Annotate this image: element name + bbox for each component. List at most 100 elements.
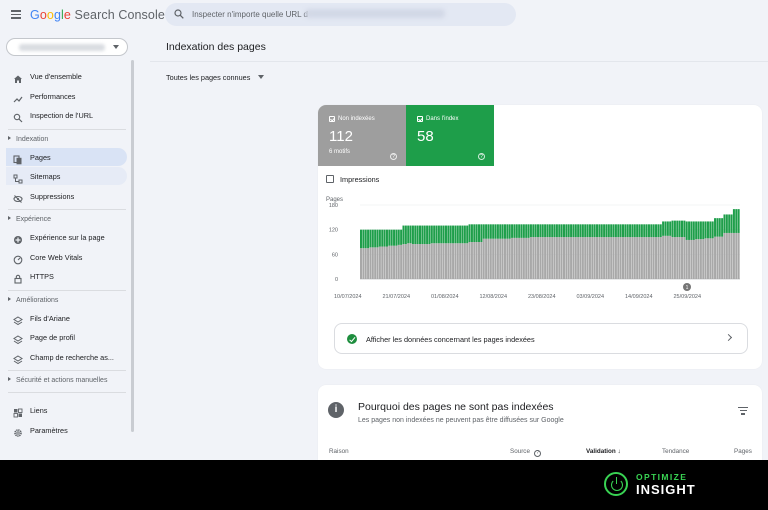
bar-indexed	[548, 224, 551, 238]
sidebar-item-label: Core Web Vitals	[30, 252, 83, 262]
bar-indexed	[593, 224, 596, 238]
bar-not-indexed	[409, 243, 412, 279]
sidebar-item-experience-sur-la-page[interactable]: Expérience sur la page	[6, 228, 127, 246]
filter-icon[interactable]	[738, 407, 748, 415]
bar-indexed	[643, 224, 646, 238]
bar-indexed	[688, 221, 691, 240]
column-reason[interactable]: Raison	[329, 448, 349, 455]
pages-filter-dropdown[interactable]: Toutes les pages connues	[166, 73, 265, 82]
bar-not-indexed	[499, 238, 502, 279]
bar-not-indexed	[728, 232, 731, 279]
sidebar-item-https[interactable]: HTTPS	[6, 267, 127, 285]
sidebar-section-header[interactable]: Indexation	[8, 135, 48, 143]
bar-not-indexed	[678, 237, 681, 279]
bar-not-indexed	[584, 237, 587, 279]
bar-indexed	[529, 224, 532, 238]
sidebar-item-page-de-profil[interactable]: Page de profil	[6, 328, 127, 346]
indexed-count: 58	[417, 128, 434, 145]
not-indexed-tile[interactable]: Non indexées 112 6 motifs ?	[318, 105, 406, 166]
app-logo[interactable]: Google Search Console	[30, 8, 165, 22]
sidebar-scrollbar[interactable]	[131, 60, 134, 432]
bar-indexed	[678, 220, 681, 238]
sidebar-item-sitemaps[interactable]: Sitemaps	[6, 167, 127, 185]
pages-icon	[13, 152, 23, 164]
bar-not-indexed	[690, 239, 693, 279]
x-tick-label: 25/09/2024	[674, 294, 702, 300]
bar-not-indexed	[685, 239, 688, 279]
bar-not-indexed	[433, 243, 436, 279]
bar-not-indexed	[588, 237, 591, 279]
sidebar-section-header[interactable]: Améliorations	[8, 296, 58, 304]
bar-indexed	[466, 225, 469, 244]
gauge-icon	[13, 252, 23, 264]
sidebar-item-label: Expérience sur la page	[30, 233, 105, 242]
bar-not-indexed	[456, 243, 459, 279]
impressions-checkbox[interactable]: Impressions	[326, 175, 379, 184]
bar-indexed	[728, 214, 731, 233]
bar-indexed	[560, 224, 563, 238]
help-icon[interactable]: ?	[533, 450, 541, 457]
sidebar-item-fils-d-ariane[interactable]: Fils d'Ariane	[6, 309, 127, 327]
bar-not-indexed	[612, 237, 615, 279]
bar-indexed	[442, 225, 445, 244]
gear-icon	[13, 425, 23, 437]
bar-indexed	[692, 221, 695, 240]
sidebar-section-header[interactable]: Expérience	[8, 216, 51, 223]
column-validation[interactable]: Validation ↓	[586, 448, 621, 455]
bar-not-indexed	[385, 246, 388, 279]
sidebar-item-parametres[interactable]: Paramètres	[6, 421, 127, 439]
menu-icon[interactable]	[11, 10, 21, 19]
sidebar-section-header[interactable]: Sécurité et actions manuelles	[8, 377, 107, 384]
bar-indexed	[624, 224, 627, 238]
sidebar-item-label: Fils d'Ariane	[30, 313, 70, 323]
bar-not-indexed	[487, 238, 490, 279]
indexation-summary-card: Non indexées 112 6 motifs ? Dans l'index…	[318, 105, 762, 369]
bar-indexed	[702, 221, 705, 240]
bar-indexed	[683, 220, 686, 238]
sidebar-item-liens[interactable]: Liens	[6, 401, 127, 419]
sidebar-item-vue-d-ensemble[interactable]: Vue d'ensemble	[6, 67, 127, 85]
bar-not-indexed	[659, 237, 662, 279]
bar-indexed	[697, 221, 700, 240]
layers-icon	[13, 332, 23, 345]
column-source[interactable]: Source?	[510, 448, 541, 457]
sidebar-item-suppressions[interactable]: Suppressions	[6, 187, 127, 205]
bar-not-indexed	[430, 243, 433, 279]
help-icon[interactable]: ?	[390, 153, 397, 160]
sidebar-item-core-web-vitals[interactable]: Core Web Vitals	[6, 248, 127, 266]
sidebar-item-performances[interactable]: Performances	[6, 87, 127, 105]
reasons-count: 6 motifs	[329, 149, 351, 155]
property-selector[interactable]	[6, 38, 128, 56]
bar-indexed	[638, 224, 641, 238]
power-icon	[604, 472, 628, 496]
bar-indexed	[518, 224, 521, 238]
bar-indexed	[503, 224, 506, 239]
bar-not-indexed	[695, 239, 698, 279]
show-indexed-pages-button[interactable]: Afficher les données concernant les page…	[334, 323, 748, 354]
sidebar-item-champ-de-recherche-as[interactable]: Champ de recherche as...	[6, 348, 127, 366]
bar-not-indexed	[369, 247, 372, 279]
bar-not-indexed	[360, 248, 363, 279]
bar-indexed	[640, 224, 643, 238]
indexed-tile[interactable]: Dans l'index 58 ?	[406, 105, 494, 166]
sidebar-item-inspection-de-l-url[interactable]: Inspection de l'URL	[6, 106, 127, 124]
bar-indexed	[669, 221, 672, 236]
bar-not-indexed	[527, 237, 530, 279]
y-tick-label: 180	[329, 203, 338, 209]
url-inspection-search[interactable]: Inspecter n'importe quelle URL d	[165, 3, 516, 26]
bar-not-indexed	[426, 244, 429, 279]
bar-indexed	[558, 224, 561, 238]
sidebar-item-pages[interactable]: Pages	[6, 147, 127, 166]
bar-not-indexed	[721, 236, 724, 279]
help-icon[interactable]: ?	[478, 153, 485, 160]
bar-indexed	[454, 225, 457, 244]
bar-indexed	[737, 209, 740, 233]
bar-not-indexed	[647, 237, 650, 279]
bar-indexed	[541, 224, 544, 238]
column-pages[interactable]: Pages	[734, 448, 752, 455]
bar-indexed	[494, 224, 497, 239]
bar-not-indexed	[428, 244, 431, 279]
dropdown-arrow-icon	[258, 75, 265, 79]
column-trend[interactable]: Tendance	[662, 448, 689, 455]
bar-not-indexed	[725, 232, 728, 279]
